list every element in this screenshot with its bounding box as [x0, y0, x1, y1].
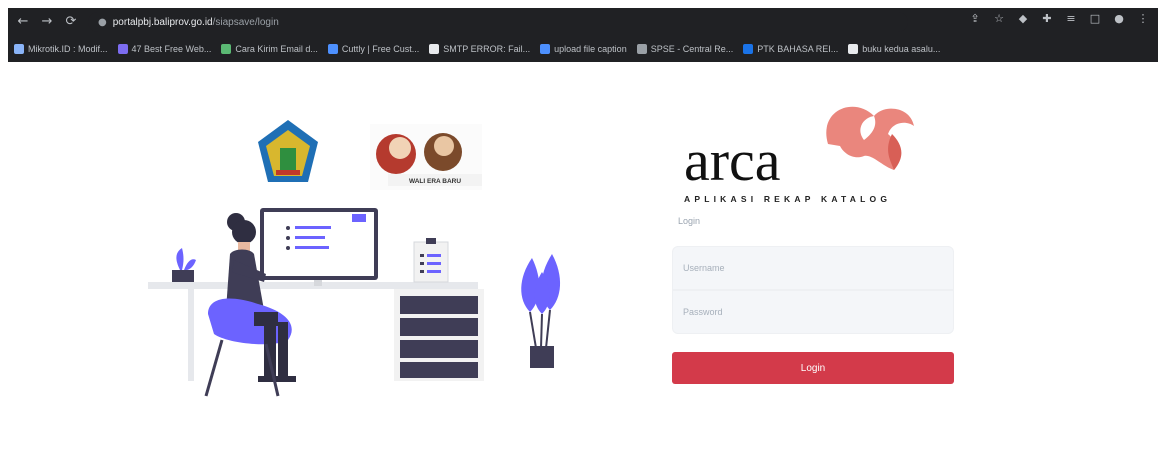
bookmark-favicon-icon: [14, 44, 24, 54]
reading-list-icon[interactable]: ≡: [1064, 12, 1078, 25]
password-input[interactable]: [672, 290, 954, 334]
extension-icon[interactable]: ◆: [1016, 12, 1030, 25]
bookmark-favicon-icon: [117, 44, 128, 54]
bookmark-label: buku kedua asalu...: [862, 44, 941, 54]
forward-icon[interactable]: →: [38, 13, 56, 31]
toolbar-actions: ⇪ ☆ ◆ ✚ ≡ □ ● ⋮: [968, 12, 1150, 25]
bookmark-favicon-icon: [327, 44, 338, 54]
url-path: /siapsave/login: [212, 16, 279, 28]
browser-toolbar: ← → ⟳ ● portalpbj.baliprov.go.id /siapsa…: [8, 8, 1158, 36]
desk: [148, 282, 478, 289]
province-emblem-icon: [258, 120, 318, 182]
bookmark-item[interactable]: Mikrotik.ID : Modif...: [14, 44, 108, 54]
page-content: WALI ERA BARU arca APLIKASI REKAP KATALO…: [8, 62, 1158, 452]
illustration: WALI ERA BARU: [148, 120, 484, 397]
floor-plant: [521, 254, 561, 368]
bookmark-label: Cara Kirim Email d...: [235, 44, 318, 54]
bookmark-label: Cuttly | Free Cust...: [341, 44, 420, 54]
arca-logo: arca APLIKASI REKAP KATALOG: [684, 106, 914, 204]
bookmark-item[interactable]: Cuttly | Free Cust...: [327, 44, 420, 54]
brand-tagline: APLIKASI REKAP KATALOG: [684, 194, 891, 204]
bookmark-favicon-icon: [848, 44, 859, 54]
bookmark-item[interactable]: SPSE - Central Re...: [636, 44, 734, 54]
brand-logo-text: arca: [684, 128, 781, 193]
emblem-caption: WALI ERA BARU: [409, 178, 461, 185]
address-bar[interactable]: ● portalpbj.baliprov.go.id /siapsave/log…: [88, 12, 908, 32]
bookmark-item[interactable]: Cara Kirim Email d...: [221, 44, 318, 54]
bookmark-item[interactable]: buku kedua asalu...: [848, 44, 940, 54]
login-caption: Login: [678, 216, 701, 226]
browser-chrome: ← → ⟳ ● portalpbj.baliprov.go.id /siapsa…: [8, 8, 1158, 62]
bookmark-item[interactable]: SMTP ERROR: Fail...: [429, 44, 530, 54]
bookmark-favicon-icon: [429, 44, 440, 54]
bookmark-item[interactable]: upload file caption: [540, 44, 627, 54]
avatar[interactable]: ●: [1112, 12, 1126, 25]
governor-emblem-icon: WALI ERA BARU: [370, 124, 482, 190]
bookmark-label: Mikrotik.ID : Modif...: [28, 44, 108, 54]
url-host: portalpbj.baliprov.go.id: [112, 16, 213, 28]
bookmark-label: PTK BAHASA REI...: [757, 44, 839, 54]
brand-swirl-icon: [826, 106, 914, 170]
bookmark-label: 47 Best Free Web...: [131, 44, 212, 54]
bookmark-favicon-icon: [743, 44, 754, 54]
puzzle-icon[interactable]: ✚: [1040, 12, 1054, 25]
bookmark-item[interactable]: 47 Best Free Web...: [117, 44, 212, 54]
username-input[interactable]: [672, 246, 954, 290]
bookmarks-bar: Mikrotik.ID : Modif... 47 Best Free Web..…: [8, 38, 1158, 60]
login-button[interactable]: Login: [672, 352, 954, 384]
menu-icon[interactable]: ⋮: [1136, 12, 1150, 25]
bookmark-label: SMTP ERROR: Fail...: [443, 44, 531, 54]
share-icon[interactable]: ⇪: [968, 12, 982, 25]
screen: ← → ⟳ ● portalpbj.baliprov.go.id /siapsa…: [0, 0, 1162, 456]
bookmark-favicon-icon: [221, 44, 232, 54]
star-icon[interactable]: ☆: [992, 12, 1006, 25]
bookmark-favicon-icon: [540, 44, 551, 54]
bookmark-label: upload file caption: [554, 44, 627, 54]
reload-icon[interactable]: ⟳: [62, 13, 80, 31]
back-icon[interactable]: ←: [14, 13, 32, 31]
sidebar-icon[interactable]: □: [1088, 12, 1102, 25]
bookmark-item[interactable]: PTK BAHASA REI...: [743, 44, 838, 54]
bookmark-favicon-icon: [636, 44, 647, 54]
lock-icon: ●: [98, 16, 107, 28]
bookmark-label: SPSE - Central Re...: [650, 44, 734, 54]
